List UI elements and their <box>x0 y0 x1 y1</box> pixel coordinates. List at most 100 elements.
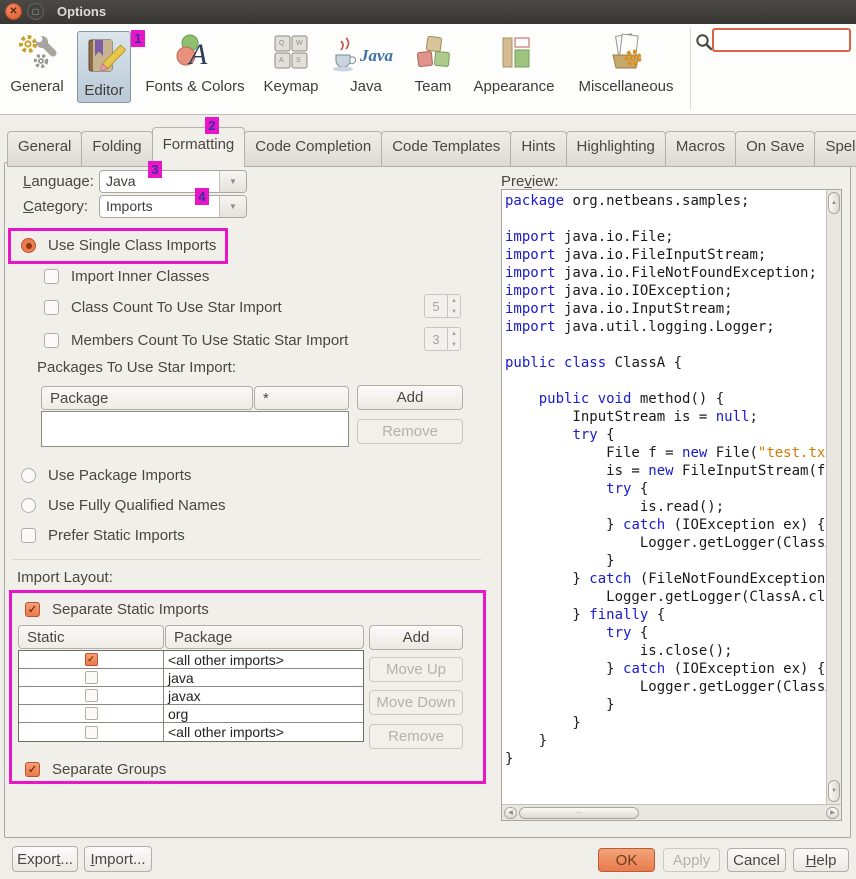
toolbar-item-label: Team <box>404 78 462 95</box>
checkbox-checked[interactable] <box>25 762 40 777</box>
import-layout-row[interactable]: javax <box>19 687 363 705</box>
spinner-up-icon[interactable] <box>448 295 460 306</box>
static-checkbox[interactable] <box>85 689 98 702</box>
layout-table-header-static[interactable]: Static <box>18 625 164 649</box>
apply-button[interactable]: Apply <box>663 848 720 872</box>
prefer-static-imports-option[interactable]: Prefer Static Imports <box>21 527 185 544</box>
checkbox[interactable] <box>44 269 59 284</box>
cancel-button[interactable]: Cancel <box>727 848 786 872</box>
horizontal-scrollbar[interactable]: ◀ ⋯ ▶ <box>502 804 841 820</box>
scroll-left-icon[interactable]: ◀ <box>504 807 517 819</box>
spinner-down-icon[interactable] <box>448 339 460 350</box>
toolbar-item-team[interactable]: Team <box>404 30 462 95</box>
tab-folding[interactable]: Folding <box>81 131 152 167</box>
checkbox[interactable] <box>44 333 59 348</box>
add-package-button[interactable]: Add <box>357 385 463 410</box>
toolbar-item-keymap[interactable]: QWAS Keymap <box>252 30 330 95</box>
class-count-option[interactable]: Class Count To Use Star Import <box>44 299 282 316</box>
ok-button[interactable]: OK <box>598 848 655 872</box>
import-layout-row[interactable]: <all other imports> <box>19 723 363 741</box>
appearance-icon <box>464 30 564 76</box>
toolbar-item-miscellaneous[interactable]: Miscellaneous <box>564 30 688 95</box>
package-cell[interactable]: java <box>164 669 363 686</box>
move-up-button[interactable]: Move Up <box>369 657 463 682</box>
toolbar-item-label: Java <box>326 78 406 95</box>
language-label: Language: <box>23 173 94 190</box>
language-dropdown[interactable]: Java <box>99 170 247 193</box>
checkbox-checked[interactable] <box>25 602 40 617</box>
import-layout-row[interactable]: <all other imports> <box>19 651 363 669</box>
layout-table-header-package[interactable]: Package <box>165 625 364 649</box>
spinner-up-icon[interactable] <box>448 328 460 339</box>
vertical-scrollbar[interactable]: ▲ ▼ <box>826 190 841 804</box>
tab-code-templates[interactable]: Code Templates <box>381 131 511 167</box>
spinner-down-icon[interactable] <box>448 306 460 317</box>
radio[interactable] <box>21 498 36 513</box>
toolbar-item-editor[interactable]: Editor <box>77 31 131 103</box>
toolbar-item-fonts-colors[interactable]: A Fonts & Colors <box>142 30 248 95</box>
layout-add-button[interactable]: Add <box>369 625 463 650</box>
toolbar-separator <box>690 28 691 110</box>
members-count-option[interactable]: Members Count To Use Static Star Import <box>44 332 348 349</box>
general-icon <box>8 30 66 76</box>
category-dropdown[interactable]: Imports <box>99 195 247 218</box>
help-button[interactable]: Help <box>793 848 849 872</box>
tab-on-save[interactable]: On Save <box>735 131 815 167</box>
formatting-panel: Language: Java Category: Imports Use Sin… <box>4 162 851 838</box>
static-checkbox[interactable] <box>85 707 98 720</box>
static-checkbox[interactable] <box>85 671 98 684</box>
checkbox[interactable] <box>44 300 59 315</box>
toolbar-item-general[interactable]: General <box>8 30 66 95</box>
package-cell[interactable]: org <box>164 705 363 722</box>
window-restore-button[interactable]: ▢ <box>27 3 44 20</box>
scrollbar-thumb[interactable]: ⋯ <box>519 807 639 819</box>
use-fully-qualified-option[interactable]: Use Fully Qualified Names <box>21 497 226 514</box>
package-cell[interactable]: <all other imports> <box>164 723 363 741</box>
layout-remove-button[interactable]: Remove <box>369 724 463 749</box>
use-package-imports-option[interactable]: Use Package Imports <box>21 467 191 484</box>
import-button[interactable]: Import... <box>84 846 152 872</box>
checkbox[interactable] <box>21 528 36 543</box>
remove-package-button[interactable]: Remove <box>357 419 463 444</box>
preview-label: Preview: <box>501 173 559 190</box>
export-button[interactable]: Export... <box>12 846 78 872</box>
star-packages-list[interactable] <box>41 411 349 447</box>
import-inner-classes-option[interactable]: Import Inner Classes <box>44 268 209 285</box>
chevron-down-icon <box>219 171 246 192</box>
scroll-right-icon[interactable]: ▶ <box>826 807 839 819</box>
import-layout-row[interactable]: org <box>19 705 363 723</box>
package-cell[interactable]: <all other imports> <box>164 651 363 668</box>
star-table-header-package[interactable]: Package <box>41 386 253 410</box>
category-label: Category: <box>23 198 88 215</box>
options-toolbar: General Editor A Fonts & Colors <box>0 24 856 115</box>
radio-selected[interactable] <box>21 238 36 253</box>
tab-highlighting[interactable]: Highlighting <box>566 131 666 167</box>
tab-macros[interactable]: Macros <box>665 131 736 167</box>
window-close-button[interactable]: ✕ <box>5 3 22 20</box>
tab-spellchecker[interactable]: Spellchecker <box>814 131 856 167</box>
static-checkbox[interactable] <box>85 726 98 739</box>
scroll-up-icon[interactable]: ▲ <box>828 192 840 214</box>
import-layout-row[interactable]: java <box>19 669 363 687</box>
scroll-down-icon[interactable]: ▼ <box>828 780 840 802</box>
tab-hints[interactable]: Hints <box>510 131 566 167</box>
separate-static-imports-option[interactable]: Separate Static Imports <box>25 601 209 618</box>
separate-groups-option[interactable]: Separate Groups <box>25 761 166 778</box>
toolbar-item-appearance[interactable]: Appearance <box>464 30 564 95</box>
editor-icon <box>78 34 130 80</box>
tab-formatting[interactable]: Formatting <box>152 127 246 163</box>
tab-code-completion[interactable]: Code Completion <box>244 131 382 167</box>
search-icon <box>694 32 714 52</box>
tab-general[interactable]: General <box>7 131 82 167</box>
radio[interactable] <box>21 468 36 483</box>
move-down-button[interactable]: Move Down <box>369 690 463 715</box>
toolbar-item-label: Keymap <box>252 78 330 95</box>
star-table-header-star[interactable]: * <box>254 386 349 410</box>
use-single-class-imports-option[interactable]: Use Single Class Imports <box>21 237 216 254</box>
members-count-spinner[interactable]: 3 <box>424 327 461 351</box>
toolbar-item-java[interactable]: Java Java <box>326 30 406 95</box>
search-input[interactable] <box>712 28 851 52</box>
package-cell[interactable]: javax <box>164 687 363 704</box>
class-count-spinner[interactable]: 5 <box>424 294 461 318</box>
static-checkbox-checked[interactable] <box>85 653 98 666</box>
